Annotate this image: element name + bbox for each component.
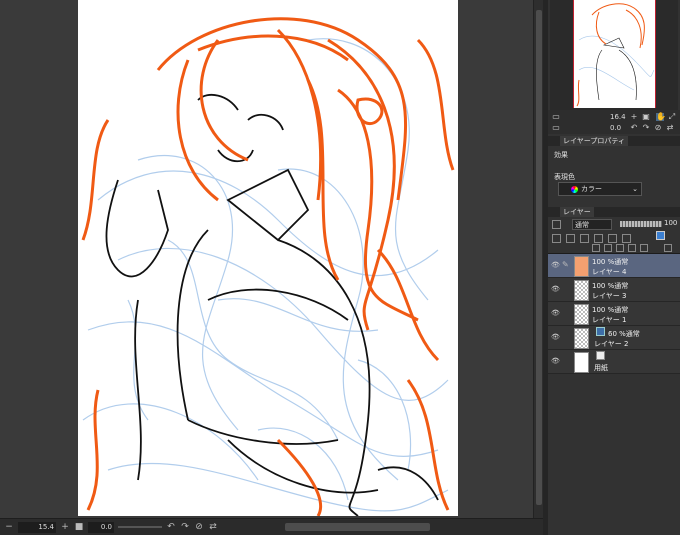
layer-name: レイヤー 4 xyxy=(592,268,627,276)
layer-row[interactable]: 👁 60 %通常 レイヤー 2 xyxy=(548,326,680,350)
eye-icon[interactable]: 👁 xyxy=(551,262,560,269)
draft-layer-icon[interactable] xyxy=(594,234,603,243)
layer-properties-panel: 効果 表現色 カラー ⌄ xyxy=(548,146,680,207)
layer-mode: 100 %通常 xyxy=(592,258,629,266)
layer-mode: 100 %通常 xyxy=(592,282,629,290)
right-panel: ▭ 16.4 + ▣ ✋ ⤢ ▭ 0.0 ↶ ↷ ⊘ ⇄ レイヤープロパティ 効… xyxy=(548,0,680,535)
horizontal-scroll-thumb[interactable] xyxy=(285,523,430,531)
canvas-area[interactable] xyxy=(0,0,533,518)
nav-rotate-slider-icon[interactable]: ▭ xyxy=(552,124,560,132)
nav-zoom-value[interactable]: 16.4 xyxy=(610,113,626,121)
lock-layer-icon[interactable] xyxy=(608,234,617,243)
layer-toolbar: 通常 100 xyxy=(548,217,680,254)
nav-rotation-value[interactable]: 0.0 xyxy=(610,124,621,132)
layer-mode: 60 %通常 xyxy=(608,330,640,338)
rotation-slider[interactable] xyxy=(118,526,162,528)
sketch-drawing xyxy=(81,17,455,516)
clip-layer-icon[interactable] xyxy=(566,234,575,243)
eye-icon[interactable]: 👁 xyxy=(551,310,560,317)
layer-thumbnail xyxy=(574,256,589,277)
zoom-in-icon[interactable]: + xyxy=(60,522,70,532)
layer-name: 用紙 xyxy=(594,364,608,372)
layer-row[interactable]: 👁 100 %通常 レイヤー 1 xyxy=(548,302,680,326)
lock-transparency-icon[interactable] xyxy=(552,234,561,243)
new-folder-icon[interactable] xyxy=(616,244,624,252)
opacity-value[interactable]: 100 xyxy=(664,219,677,227)
eye-icon[interactable]: 👁 xyxy=(551,334,560,341)
nav-rotate-left-icon[interactable]: ↶ xyxy=(630,124,638,132)
nav-fit-icon[interactable]: ▣ xyxy=(642,113,650,121)
layer-thumbnail xyxy=(574,328,589,349)
expression-color-dropdown[interactable]: カラー ⌄ xyxy=(558,182,642,196)
nav-zoom-slider-icon[interactable]: ▭ xyxy=(552,113,560,121)
layer-type-icon xyxy=(596,327,605,336)
delete-layer-icon[interactable] xyxy=(664,244,672,252)
layer-row[interactable]: 👁 用紙 xyxy=(548,350,680,374)
canvas-status-bar: − 15.4 + ■ 0.0 ↶ ↷ ⊘ ⇄ xyxy=(0,518,543,535)
opacity-slider[interactable] xyxy=(620,221,662,227)
nav-expand-icon[interactable]: ⤢ xyxy=(668,113,676,121)
layer-name: レイヤー 1 xyxy=(592,316,627,324)
layer-name: レイヤー 3 xyxy=(592,292,627,300)
rotate-right-icon[interactable]: ↷ xyxy=(180,522,190,532)
reference-layer-icon[interactable] xyxy=(580,234,589,243)
merge-down-icon[interactable] xyxy=(640,244,648,252)
layer-row[interactable]: 👁 ✎ 100 %通常 レイヤー 4 xyxy=(548,254,680,278)
vertical-scroll-thumb[interactable] xyxy=(536,10,542,505)
layer-color-icon[interactable] xyxy=(552,220,561,229)
new-vector-layer-icon[interactable] xyxy=(604,244,612,252)
chevron-down-icon: ⌄ xyxy=(632,185,638,193)
eye-icon[interactable]: 👁 xyxy=(551,286,560,293)
canvas-rotation-value[interactable]: 0.0 xyxy=(88,521,114,533)
layer-row[interactable]: 👁 100 %通常 レイヤー 3 xyxy=(548,278,680,302)
navigator-thumbnail[interactable] xyxy=(573,0,656,108)
blend-mode-dropdown[interactable]: 通常 xyxy=(572,219,612,230)
navigator-controls: ▭ 16.4 + ▣ ✋ ⤢ ▭ 0.0 ↶ ↷ ⊘ ⇄ xyxy=(548,110,680,134)
flip-icon[interactable]: ⇄ xyxy=(208,522,218,532)
pen-icon: ✎ xyxy=(562,260,569,269)
layer-color-swatch-icon[interactable] xyxy=(656,231,665,240)
layer-list: 👁 ✎ 100 %通常 レイヤー 4 👁 100 %通常 レイヤー 3 👁 10… xyxy=(548,254,680,374)
drawing-artboard[interactable] xyxy=(78,0,458,516)
nav-rotate-right-icon[interactable]: ↷ xyxy=(642,124,650,132)
new-raster-layer-icon[interactable] xyxy=(592,244,600,252)
expression-color-label: 表現色 xyxy=(554,173,575,181)
navigator-preview[interactable] xyxy=(550,0,678,111)
eye-icon[interactable]: 👁 xyxy=(551,358,560,365)
layer-mode: 100 %通常 xyxy=(592,306,629,314)
reset-rotation-icon[interactable]: ⊘ xyxy=(194,522,204,532)
paper-icon xyxy=(596,351,605,360)
copy-layer-icon[interactable] xyxy=(628,244,636,252)
color-wheel-icon xyxy=(571,185,578,193)
effect-label: 効果 xyxy=(554,151,568,159)
mask-icon[interactable] xyxy=(622,234,631,243)
nav-zoom-in-icon[interactable]: + xyxy=(630,113,638,121)
nav-reset-icon[interactable]: ⊘ xyxy=(654,124,662,132)
fit-view-icon[interactable]: ■ xyxy=(74,522,84,532)
layer-thumbnail xyxy=(574,304,589,325)
zoom-out-icon[interactable]: − xyxy=(4,522,14,532)
nav-flip-icon[interactable]: ⇄ xyxy=(666,124,674,132)
expression-color-value: カラー xyxy=(581,185,602,193)
navigator-thumbnail-drawing xyxy=(576,3,655,107)
layer-name: レイヤー 2 xyxy=(594,340,629,348)
canvas-zoom-value[interactable]: 15.4 xyxy=(18,521,56,533)
rotate-left-icon[interactable]: ↶ xyxy=(166,522,176,532)
layer-thumbnail xyxy=(574,280,589,301)
layer-thumbnail xyxy=(574,352,589,373)
nav-hand-icon[interactable]: ✋ xyxy=(656,113,666,121)
